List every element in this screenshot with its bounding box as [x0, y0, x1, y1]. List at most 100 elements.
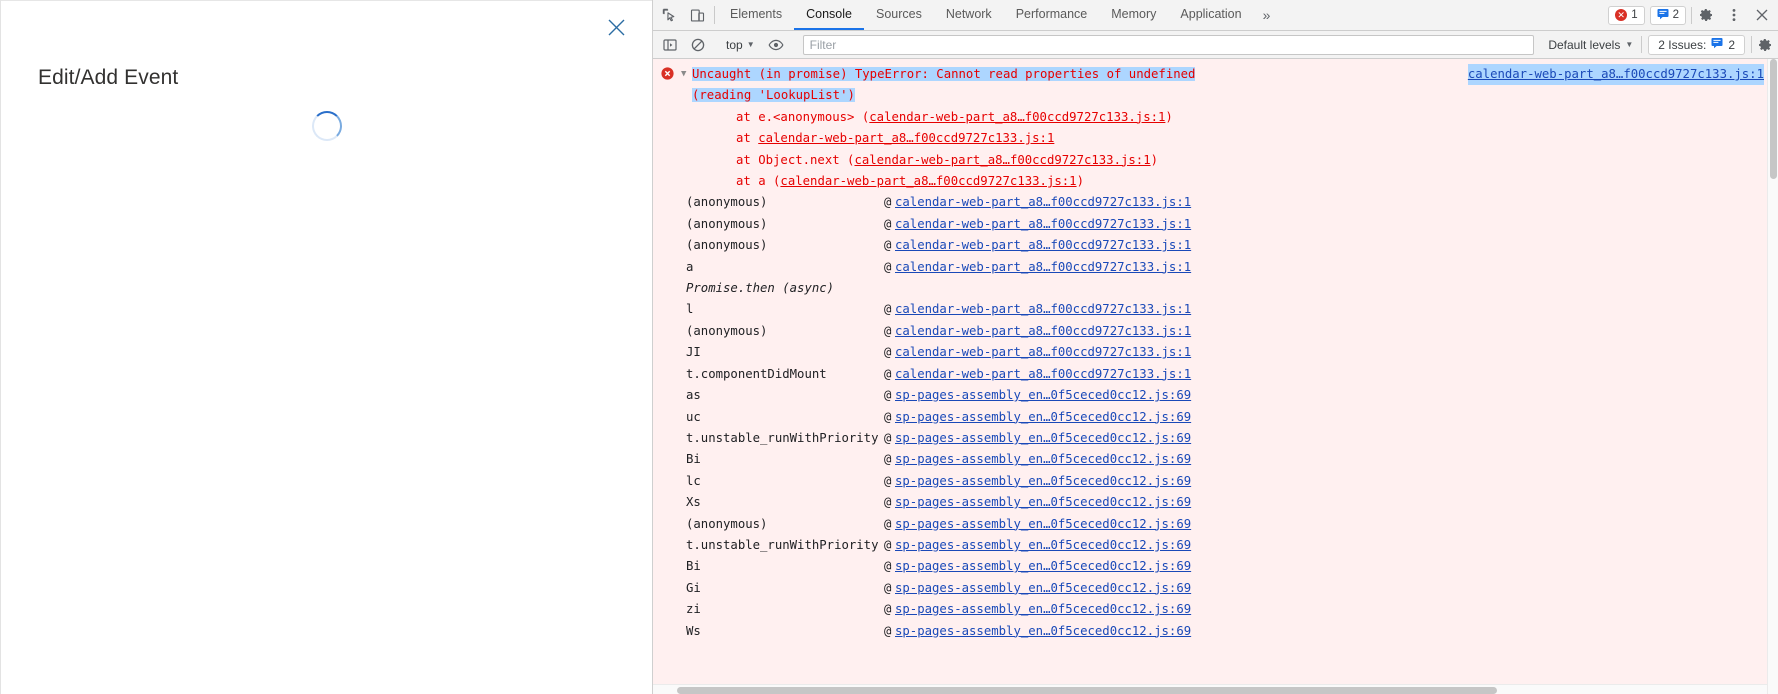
error-source-link[interactable]: calendar-web-part_a8…f00ccd9727c133.js:1	[1467, 64, 1764, 86]
stack-frame-url-link[interactable]: calendar-web-part_a8…f00ccd9727c133.js:1	[895, 192, 1191, 213]
tab-console[interactable]: Console	[794, 0, 864, 30]
tab-application[interactable]: Application	[1168, 0, 1253, 30]
issues-count: 2	[1728, 37, 1735, 52]
issues-message-icon	[1711, 37, 1723, 52]
close-devtools-icon[interactable]	[1748, 8, 1776, 22]
close-devtools-glyph	[1756, 9, 1768, 21]
stack-frame-url-link[interactable]: calendar-web-part_a8…f00ccd9727c133.js:1	[895, 235, 1191, 256]
stack-frame-url-link[interactable]: sp-pages-assembly_en…0f5ceced0cc12.js:69	[895, 556, 1191, 577]
kebab-menu-icon[interactable]	[1720, 7, 1748, 23]
stack-frame-row: (anonymous) @ sp-pages-assembly_en…0f5cece…	[653, 514, 1778, 535]
clear-console-icon[interactable]	[684, 38, 712, 52]
stack-frame-name: (anonymous)	[686, 216, 768, 231]
stack-frame-url-link[interactable]: calendar-web-part_a8…f00ccd9727c133.js:1	[895, 299, 1191, 320]
stack-frame-url-link[interactable]: calendar-web-part_a8…f00ccd9727c133.js:1	[895, 364, 1191, 385]
stack-frame-name: Bi	[686, 452, 701, 467]
stack-frame-url-link[interactable]: calendar-web-part_a8…f00ccd9727c133.js:1	[895, 257, 1191, 278]
stack-at-row: at e.<anonymous> (calendar-web-part_a8…f…	[692, 107, 1778, 128]
close-glyph	[608, 19, 624, 35]
stack-frame-name: l	[686, 302, 694, 317]
stack-frame-url-link[interactable]: calendar-web-part_a8…f00ccd9727c133.js:1	[895, 321, 1191, 342]
message-count-badge[interactable]: 2	[1649, 5, 1686, 25]
device-glyph	[690, 9, 704, 22]
inspect-element-icon[interactable]	[655, 0, 683, 30]
expand-toggle-icon[interactable]: ▼	[681, 64, 691, 85]
stack-frame-at-symbol: @	[884, 302, 892, 317]
filter-input[interactable]	[802, 34, 1535, 55]
stack-frame-at-symbol: @	[884, 559, 892, 574]
tab-elements[interactable]: Elements	[718, 0, 794, 30]
tab-sources[interactable]: Sources	[864, 0, 934, 30]
stack-at-link[interactable]: calendar-web-part_a8…f00ccd9727c133.js:1	[758, 131, 1054, 145]
tab-performance[interactable]: Performance	[1004, 0, 1100, 30]
stack-frame-at-symbol: @	[884, 216, 892, 231]
pane-left-divider	[0, 0, 1, 694]
error-icon	[661, 67, 679, 80]
stack-frame-name: a	[686, 259, 694, 274]
stack-frame-url-link[interactable]: calendar-web-part_a8…f00ccd9727c133.js:1	[895, 214, 1191, 235]
stack-frame-row: t.componentDidMount @ calendar-web-part_a8…	[653, 364, 1778, 385]
screen-root: Edit/Add Event Elements Console Sources …	[0, 0, 1778, 694]
console-sidebar-icon[interactable]	[656, 38, 684, 52]
message-glyph	[1657, 8, 1669, 19]
stack-at-prefix: at e.<anonymous> (	[736, 109, 870, 124]
execution-context-value: top	[726, 37, 743, 52]
gear-icon[interactable]	[1692, 7, 1720, 23]
console-settings-icon[interactable]	[1752, 37, 1778, 53]
stack-frame-name: (anonymous)	[686, 195, 768, 210]
device-toolbar-icon[interactable]	[683, 0, 711, 30]
stack-frame-name: zi	[686, 602, 701, 617]
console-vertical-scroll-thumb[interactable]	[1770, 59, 1777, 179]
stack-frame-url-link[interactable]: calendar-web-part_a8…f00ccd9727c133.js:1	[895, 342, 1191, 363]
close-icon[interactable]	[600, 11, 632, 43]
stack-at-link[interactable]: calendar-web-part_a8…f00ccd9727c133.js:1	[854, 153, 1150, 167]
console-error-entry[interactable]: ▼ Uncaught (in promise) TypeError: Canno…	[653, 59, 1778, 694]
error-count-value: 1	[1631, 9, 1638, 21]
stack-frame-url-link[interactable]: sp-pages-assembly_en…0f5ceced0cc12.js:69	[895, 449, 1191, 470]
stack-frame-row: Bi @ sp-pages-assembly_en…0f5ceced0cc12.js…	[653, 449, 1778, 470]
stack-at-link[interactable]: calendar-web-part_a8…f00ccd9727c133.js:1	[869, 110, 1165, 124]
message-icon	[1657, 8, 1669, 23]
error-glyph	[661, 67, 674, 80]
stack-frame-url-link[interactable]: sp-pages-assembly_en…0f5ceced0cc12.js:69	[895, 599, 1191, 620]
stack-frame-url-link[interactable]: sp-pages-assembly_en…0f5ceced0cc12.js:69	[895, 621, 1191, 642]
stack-frame-row: (anonymous) @ calendar-web-part_a8…f00ccd9…	[653, 235, 1778, 256]
issues-button[interactable]: 2 Issues: 2	[1648, 34, 1745, 55]
console-horizontal-scrollbar[interactable]	[653, 684, 1767, 694]
error-header-row: ▼ Uncaught (in promise) TypeError: Canno…	[653, 62, 1778, 192]
stack-frame-at-symbol: @	[884, 409, 892, 424]
stack-frame-list: (anonymous) @ calendar-web-part_a8…f00ccd9…	[653, 192, 1778, 642]
error-count-badge[interactable]: ✕ 1	[1608, 5, 1645, 25]
stack-frame-row: t.unstable_runWithPriority @ sp-pages-asse…	[653, 428, 1778, 449]
tab-memory[interactable]: Memory	[1099, 0, 1168, 30]
stack-at-prefix: at a (	[736, 174, 781, 189]
console-horizontal-scroll-thumb[interactable]	[677, 687, 1497, 694]
stack-frame-url-link[interactable]: sp-pages-assembly_en…0f5ceced0cc12.js:69	[895, 385, 1191, 406]
kebab-glyph	[1732, 9, 1736, 21]
stack-frame-url-link[interactable]: sp-pages-assembly_en…0f5ceced0cc12.js:69	[895, 471, 1191, 492]
execution-context-select[interactable]: top ▼	[719, 35, 762, 55]
stack-frame-row: JI @ calendar-web-part_a8…f00ccd9727c133.j…	[653, 342, 1778, 363]
stack-frame-at-symbol: @	[884, 602, 892, 617]
log-levels-select[interactable]: Default levels ▼	[1540, 38, 1641, 52]
stack-at-link[interactable]: calendar-web-part_a8…f00ccd9727c133.js:1	[780, 174, 1076, 188]
stack-frame-url-link[interactable]: sp-pages-assembly_en…0f5ceced0cc12.js:69	[895, 514, 1191, 535]
console-vertical-scrollbar[interactable]	[1767, 59, 1778, 694]
stack-frame-name: t.unstable_runWithPriority	[686, 537, 879, 552]
stack-frame-row: (anonymous) @ calendar-web-part_a8…f00ccd9…	[653, 192, 1778, 213]
devtools-tab-list: Elements Console Sources Network Perform…	[718, 0, 1254, 30]
live-expression-icon[interactable]	[762, 38, 790, 52]
more-tabs-icon[interactable]: »	[1254, 0, 1280, 30]
stack-at-prefix: at	[736, 131, 759, 146]
tab-network[interactable]: Network	[934, 0, 1004, 30]
console-output[interactable]: ▼ Uncaught (in promise) TypeError: Canno…	[653, 59, 1778, 694]
stack-frame-url-link[interactable]: sp-pages-assembly_en…0f5ceced0cc12.js:69	[895, 492, 1191, 513]
stack-frame-name: uc	[686, 409, 701, 424]
console-filterbar: top ▼ Default levels ▼ 2 Issues:	[653, 31, 1778, 59]
stack-frame-url-link[interactable]: sp-pages-assembly_en…0f5ceced0cc12.js:69	[895, 535, 1191, 556]
stack-frame-url-link[interactable]: sp-pages-assembly_en…0f5ceced0cc12.js:69	[895, 428, 1191, 449]
stack-frame-at-symbol: @	[884, 259, 892, 274]
stack-frame-url-link[interactable]: sp-pages-assembly_en…0f5ceced0cc12.js:69	[895, 407, 1191, 428]
stack-frame-url-link[interactable]: sp-pages-assembly_en…0f5ceced0cc12.js:69	[895, 578, 1191, 599]
